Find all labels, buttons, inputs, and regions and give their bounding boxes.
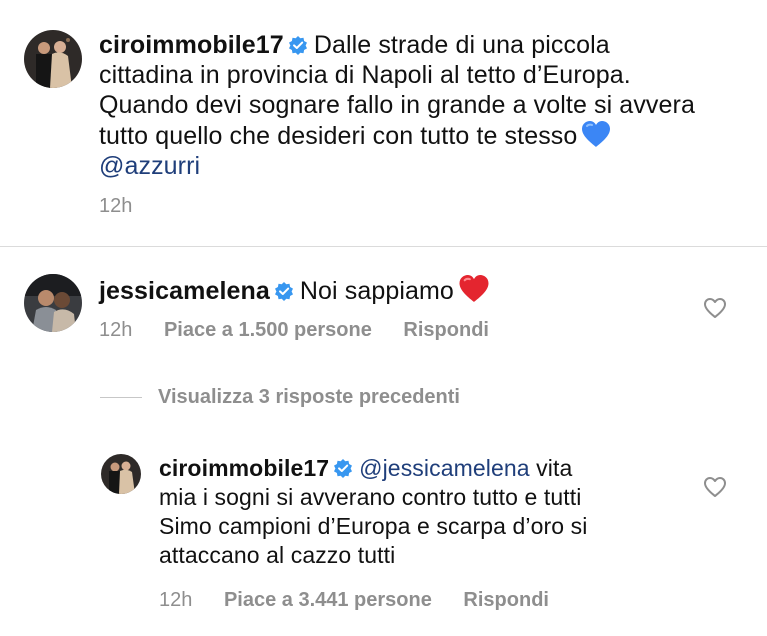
like-heart-icon[interactable]	[703, 297, 727, 319]
comment-text-line: mia i sogni si avverano contro tutto e t…	[159, 484, 582, 510]
comment-text-line: Quando devi sognare fallo in grande a vo…	[99, 91, 695, 119]
likes-count-link[interactable]: Piace a 1.500 persone	[164, 319, 372, 341]
comment-text-line: cittadina in provincia di Napoli al tett…	[99, 61, 631, 89]
verified-badge-icon	[274, 281, 294, 301]
comment-text-line: vita	[536, 455, 573, 481]
verified-badge-icon	[333, 458, 353, 478]
comment-username[interactable]: ciroimmobile17	[159, 455, 329, 481]
comment-meta-1: 12h	[99, 195, 158, 218]
comment-meta-2: 12h Piace a 1.500 persone Rispondi	[99, 319, 515, 342]
blue-heart-icon	[581, 120, 611, 148]
comment-text-line: Simo campioni d’Europa e scarpa d’oro si	[159, 513, 588, 539]
reply-button[interactable]: Rispondi	[463, 589, 549, 611]
comment-username[interactable]: jessicamelena	[99, 277, 270, 305]
avatar-ciroimmobile17[interactable]	[24, 30, 82, 88]
likes-count-link[interactable]: Piace a 3.441 persone	[224, 589, 432, 611]
mention-link[interactable]: @azzurri	[99, 152, 200, 180]
comment-body-2: jessicamelena Noi sappiamo	[99, 274, 699, 306]
like-heart-icon[interactable]	[703, 476, 727, 498]
comment-text-line: tutto quello che desideri con tutto te s…	[99, 122, 578, 150]
red-heart-icon	[458, 274, 490, 303]
comment-username[interactable]: ciroimmobile17	[99, 31, 284, 59]
avatar-ciroimmobile17-reply[interactable]	[101, 454, 141, 494]
comment-body-1: ciroimmobile17 Dalle strade di una piccol…	[99, 30, 749, 181]
comment-timestamp: 12h	[159, 589, 193, 611]
comment-timestamp: 12h	[99, 195, 133, 217]
reply-body-1: ciroimmobile17 @jessicamelena vita mia i …	[159, 454, 699, 570]
mention-link[interactable]: @jessicamelena	[359, 455, 530, 481]
avatar-image	[24, 274, 82, 332]
view-replies-label: Visualizza 3 risposte precedenti	[158, 386, 460, 408]
comment-text: Noi sappiamo	[299, 277, 454, 305]
avatar-image	[24, 30, 82, 88]
divider	[0, 246, 767, 247]
view-previous-replies-button[interactable]: Visualizza 3 risposte precedenti	[100, 386, 460, 409]
verified-badge-icon	[288, 35, 308, 55]
replies-divider-line	[100, 397, 142, 399]
avatar-image	[101, 454, 141, 494]
comment-text-line: attaccano al cazzo tutti	[159, 542, 396, 568]
reply-meta-1: 12h Piace a 3.441 persone Rispondi	[159, 589, 575, 612]
comment-text-line: Dalle strade di una piccola	[313, 31, 610, 59]
avatar-jessicamelena[interactable]	[24, 274, 82, 332]
comment-timestamp: 12h	[99, 319, 133, 341]
reply-button[interactable]: Rispondi	[403, 319, 489, 341]
